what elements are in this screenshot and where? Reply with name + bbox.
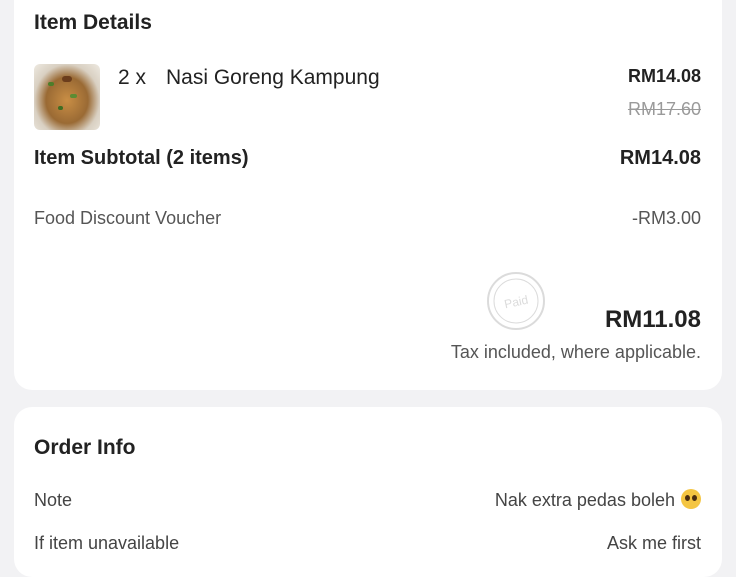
discount-value: -RM3.00 (631, 208, 701, 228)
item-thumbnail (34, 64, 100, 130)
subtotal-value: RM14.08 (619, 147, 701, 169)
item-price: RM14.08 (627, 66, 701, 86)
item-original-price: RM17.60 (627, 99, 701, 119)
paid-stamp-icon: Paid (487, 272, 545, 330)
item-quantity: 2 x (118, 66, 147, 89)
discount-label: Food Discount Voucher (34, 208, 222, 228)
tax-note: Tax included, where applicable. (450, 342, 701, 362)
subtotal-label: Item Subtotal (2 items) (34, 147, 249, 169)
order-info-title: Order Info (34, 436, 136, 459)
note-value: Nak extra pedas boleh (494, 490, 675, 510)
pleading-face-emoji-icon (681, 489, 701, 509)
unavailable-value[interactable]: Ask me first (607, 533, 701, 554)
paid-stamp-text: Paid (503, 293, 529, 312)
order-total: RM11.08 (604, 306, 701, 333)
unavailable-label: If item unavailable (34, 533, 180, 553)
item-details-title: Item Details (34, 11, 152, 34)
item-details-card: Item Details 2 x Nasi Goreng Kampung RM1… (14, 0, 722, 390)
note-value-row: Nak extra pedas boleh (495, 489, 701, 511)
item-name: Nasi Goreng Kampung (166, 66, 380, 89)
note-label: Note (34, 490, 73, 510)
order-info-card: Order Info Note Nak extra pedas boleh If… (14, 407, 722, 577)
